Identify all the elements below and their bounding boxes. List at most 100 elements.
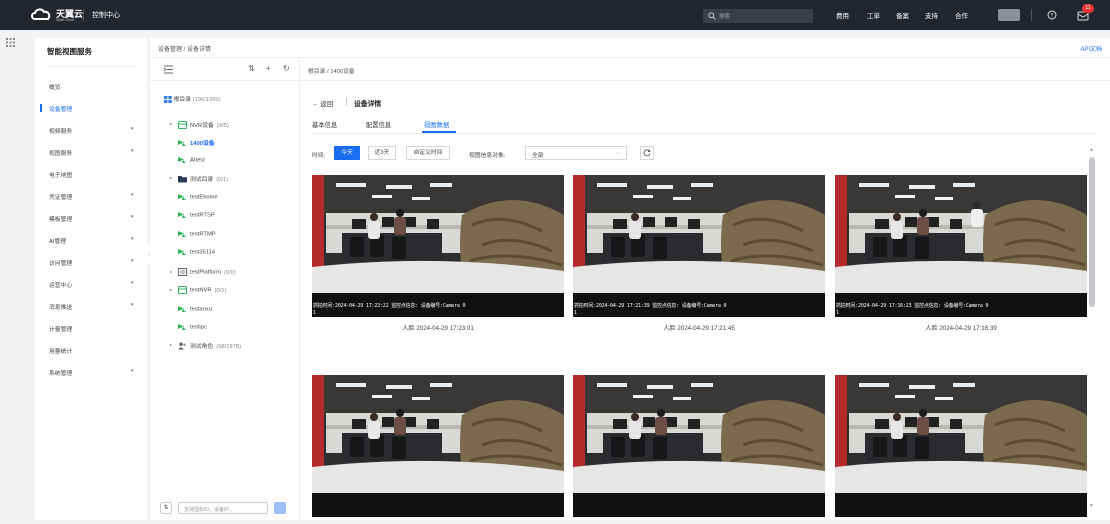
view-object-select[interactable]: 全部 ⌵ — [525, 146, 627, 160]
filter-toggle-button[interactable]: ⇅ — [160, 502, 172, 514]
tree-search-button[interactable] — [274, 502, 286, 514]
account-avatar[interactable] — [998, 9, 1020, 21]
divider — [346, 98, 347, 106]
sidebar-item[interactable]: 模板管理 ▾ — [49, 214, 139, 223]
time-3days-button[interactable]: 近3天 — [368, 146, 396, 160]
snapshot-frame[interactable] — [312, 375, 564, 517]
snapshot-image — [835, 175, 1087, 317]
snapshot-frame[interactable]: 抓拍时间:2024-04-29 17:22:22 监控点信息: 设备编号:Cam… — [312, 175, 564, 317]
refresh-tree-icon[interactable]: ↻ — [283, 64, 290, 73]
sidebar-item-label: AI管理 — [49, 239, 67, 245]
tree-node[interactable]: AItest — [178, 156, 205, 164]
sidebar-item[interactable]: 视频服务 ▾ — [49, 126, 139, 135]
tab-view-data[interactable]: 视图数据 — [424, 120, 449, 129]
time-custom-button[interactable]: 自定义时间 — [406, 146, 450, 160]
folder-icon — [178, 176, 187, 183]
console-link[interactable]: 控制中心 — [92, 10, 120, 20]
refresh-button[interactable] — [640, 146, 654, 160]
capture-timestamp-overlay: 抓拍时间:2024-04-29 17:22:22 监控点信息: 设备编号:Cam… — [313, 303, 466, 309]
sidebar-item[interactable]: 消息推送 ▾ — [49, 302, 139, 311]
scroll-up-icon[interactable]: ▲ — [1089, 147, 1094, 153]
nav-fee[interactable]: 费用 — [836, 10, 849, 20]
tree-node[interactable]: testipc — [178, 323, 207, 331]
page-title: 设备详情 — [354, 101, 382, 108]
snapshot-card[interactable] — [573, 375, 825, 518]
breadcrumb[interactable]: 设备管理 / 设备详情 — [158, 44, 211, 53]
snapshot-frame[interactable]: 抓拍时间:2024-04-29 17:16:23 监控点信息: 设备编号:Cam… — [835, 175, 1087, 317]
tree-node-count: (0/1) — [216, 177, 229, 183]
sidebar-item[interactable]: 访问管理 ▾ — [49, 258, 139, 267]
snapshot-card[interactable]: 抓拍时间:2024-04-29 17:16:23 监控点信息: 设备编号:Cam… — [835, 175, 1087, 353]
tree-node-label: testRTSP — [190, 212, 215, 219]
nav-partner[interactable]: 合作 — [955, 10, 968, 20]
sidebar-item[interactable]: 用量统计 — [49, 346, 139, 355]
tree-node-count: (0/0) — [223, 269, 236, 276]
nav-filing[interactable]: 备案 — [896, 10, 909, 20]
sidebar-item-label: 访问管理 — [49, 261, 73, 267]
gallery-scrollbar[interactable]: ▲ ▼ — [1088, 145, 1096, 520]
expand-caret-icon[interactable]: ▸ — [170, 175, 172, 180]
nav-support[interactable]: 支持 — [925, 10, 938, 20]
snapshot-caption: 人脸 2024-04-29 17:16:39 — [925, 325, 997, 332]
tab-config-info[interactable]: 配置信息 — [366, 120, 391, 129]
sidebar-item[interactable]: AI管理 ▾ — [49, 236, 139, 245]
sidebar-item[interactable]: 视图服务 ▾ — [49, 148, 139, 157]
snapshot-frame[interactable]: 抓拍时间:2024-04-29 17:21:39 监控点信息: 设备编号:Cam… — [573, 175, 825, 317]
sort-icon[interactable]: ⇅ — [248, 64, 255, 73]
brand-subtitle: State Cloud — [56, 18, 75, 22]
sidebar-item[interactable]: 运营中心 ▾ — [49, 280, 139, 289]
tree-node[interactable]: testPlatform (0/0) — [178, 268, 236, 276]
add-node-icon[interactable]: + — [266, 64, 271, 73]
tree-node[interactable]: testRTMP — [178, 230, 216, 238]
tree-node[interactable]: testRTSP — [178, 211, 215, 219]
chevron-down-icon: ▾ — [131, 280, 134, 286]
expand-caret-icon[interactable]: ▸ — [170, 121, 172, 126]
tree-node[interactable]: 1400设备 — [178, 138, 215, 147]
back-button[interactable]: ← 返回 — [312, 98, 333, 108]
chevron-down-icon: ▾ — [131, 236, 134, 242]
help-icon[interactable]: ? — [1047, 10, 1057, 20]
expand-caret-icon[interactable]: ▸ — [170, 342, 172, 347]
sidebar-item-label: 凭证管理 — [49, 195, 73, 201]
tree-node[interactable]: test35114 — [178, 248, 215, 256]
cloud-logo-icon[interactable] — [30, 6, 52, 22]
tab-basic-info[interactable]: 基本信息 — [312, 120, 337, 129]
snapshot-frame[interactable] — [573, 375, 825, 517]
sidebar-item[interactable]: 计量管理 — [49, 324, 139, 333]
tree-search-input[interactable]: 支持国标ID、设备IP... — [178, 502, 268, 514]
snapshot-frame[interactable] — [835, 375, 1087, 517]
sidebar-item[interactable]: 概览 — [49, 82, 139, 91]
tree-node[interactable]: 测试目录 (0/1) — [178, 174, 228, 183]
tree-node[interactable]: 测试角色 (98/1978) — [178, 341, 241, 350]
chevron-down-icon: ⌵ — [616, 150, 620, 156]
tree-node[interactable]: testNVR (0/1) — [178, 286, 227, 294]
camera-icon — [178, 231, 186, 237]
apps-grid-icon[interactable] — [6, 38, 15, 47]
tree-root[interactable]: 根目录 (106/1993) — [164, 94, 221, 103]
scrollbar-thumb[interactable] — [1089, 157, 1095, 307]
tree-node[interactable]: NVR设备 (3/5) — [178, 120, 229, 130]
nav-ticket[interactable]: 工单 — [867, 10, 880, 20]
collapse-tree-icon[interactable] — [164, 65, 173, 74]
divider — [150, 80, 300, 81]
time-today-button[interactable]: 今天 — [334, 146, 360, 160]
sidebar-item[interactable]: 设备管理 — [49, 104, 139, 113]
expand-caret-icon[interactable]: ▸ — [170, 269, 172, 274]
snapshot-card[interactable] — [835, 375, 1087, 518]
sidebar-item-label: 概览 — [49, 85, 61, 91]
snapshot-card[interactable]: 抓拍时间:2024-04-29 17:21:39 监控点信息: 设备编号:Cam… — [573, 175, 825, 353]
refresh-icon — [643, 149, 651, 157]
global-search-input[interactable]: 搜索 — [703, 9, 813, 23]
sidebar-item[interactable]: 凭证管理 ▾ — [49, 192, 139, 201]
tree-node-label: testPlatform — [190, 269, 221, 276]
api-docs-link[interactable]: API文档 — [1080, 44, 1102, 53]
expand-caret-icon[interactable]: ▸ — [170, 287, 172, 292]
sidebar-item[interactable]: 系统管理 ▾ — [49, 368, 139, 377]
snapshot-card[interactable]: 抓拍时间:2024-04-29 17:22:22 监控点信息: 设备编号:Cam… — [312, 175, 564, 353]
tree-node[interactable]: testEhome — [178, 193, 218, 201]
snapshot-caption-bar: 人脸 2024-04-29 17:16:39 — [835, 317, 1087, 339]
snapshot-card[interactable] — [312, 375, 564, 518]
sidebar-item[interactable]: 电子地图 — [49, 170, 139, 179]
scroll-down-icon[interactable]: ▼ — [1089, 503, 1094, 509]
tree-node[interactable]: testanxu — [178, 305, 212, 313]
